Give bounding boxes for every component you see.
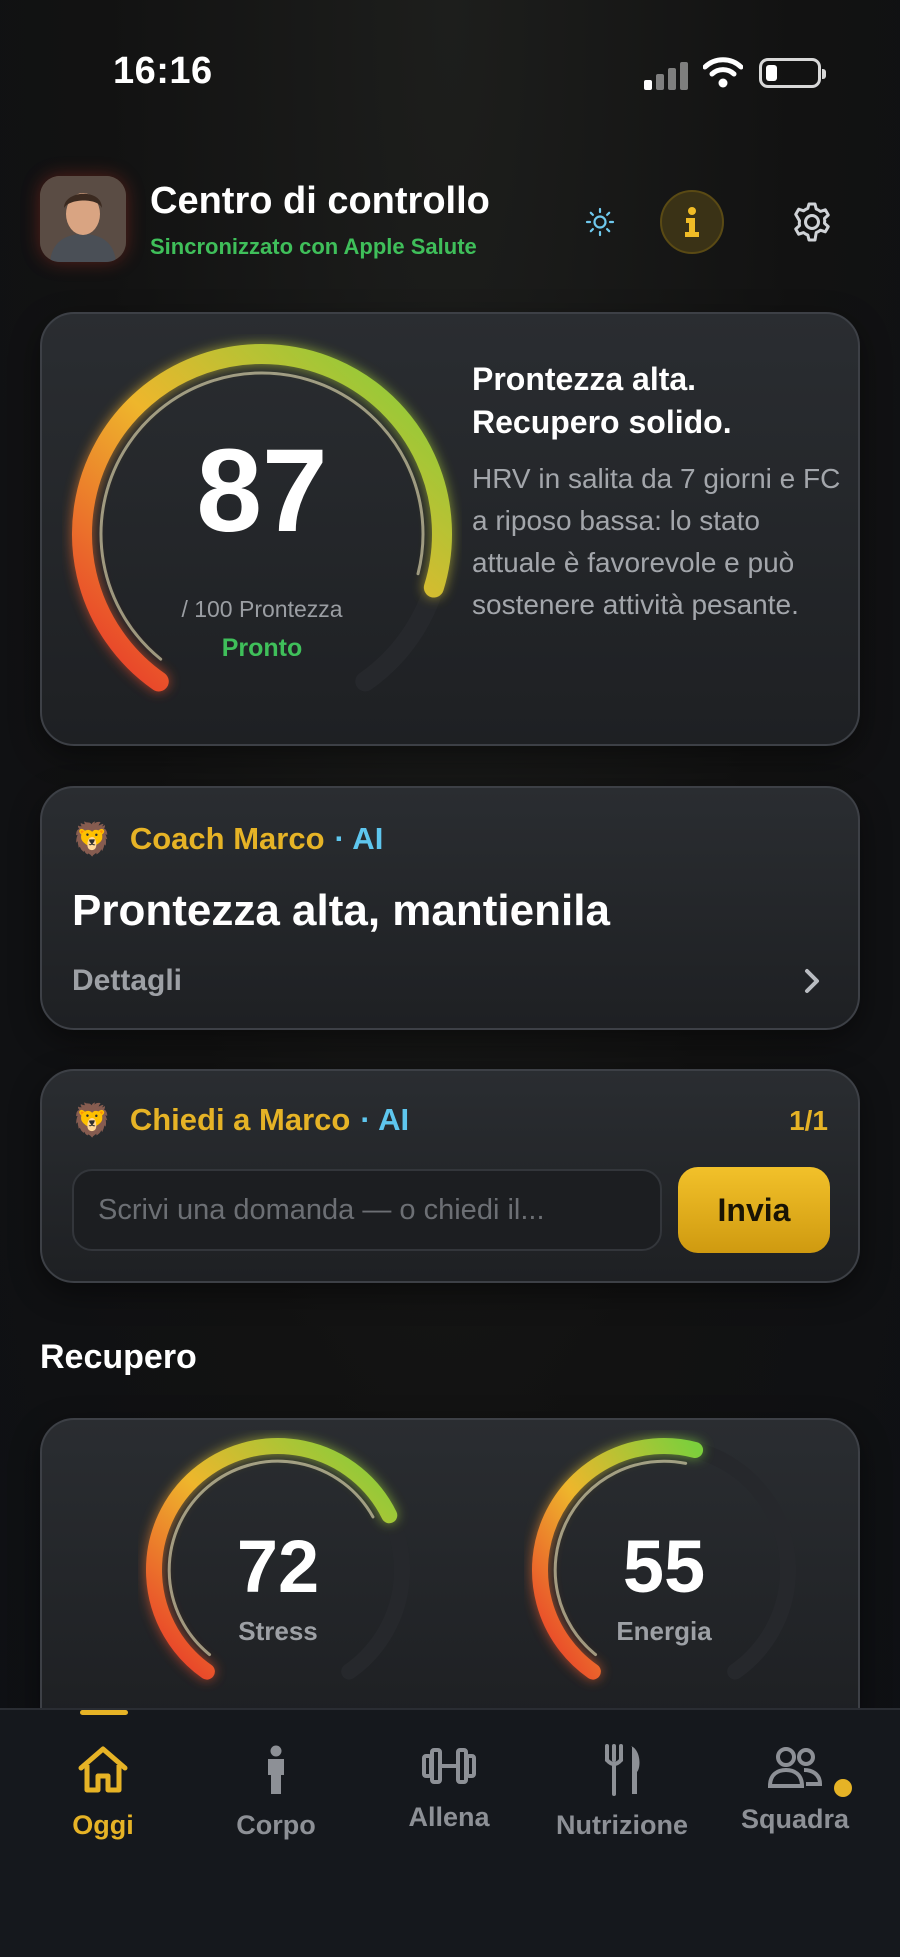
tab-label: Oggi [72, 1810, 134, 1840]
sync-status: Sincronizzato con Apple Salute [150, 234, 477, 259]
tab-oggi[interactable]: Oggi [18, 1744, 188, 1841]
winged-lion-icon: 🦁 [72, 821, 112, 857]
battery-icon [759, 58, 826, 88]
wifi-icon [702, 56, 744, 88]
section-title-recovery: Recupero [40, 1338, 197, 1376]
group-icon [767, 1747, 823, 1788]
stress-gauge: 72 Stress [138, 1430, 418, 1710]
recovery-card[interactable]: 72 Stress 55 Energia [40, 1418, 860, 1718]
gear-icon [794, 202, 830, 242]
readiness-gauge: 87 / 100 Prontezza Pronto [62, 334, 462, 734]
readiness-value: 87 [196, 425, 328, 557]
chevron-right-icon[interactable] [800, 966, 824, 996]
tab-label: Allena [408, 1802, 490, 1832]
winged-lion-icon: 🦁 [72, 1102, 112, 1138]
energy-value: 55 [622, 1525, 706, 1608]
active-tab-indicator [80, 1710, 128, 1715]
tab-label: Squadra [740, 1804, 850, 1834]
coach-details-link[interactable]: Dettagli [72, 964, 182, 998]
stress-value: 72 [236, 1525, 320, 1608]
readiness-sub-label: / 100 Prontezza [181, 596, 343, 622]
cellular-signal-icon [644, 58, 690, 90]
notification-badge [834, 1779, 852, 1797]
coach-name: Coach Marco [129, 821, 325, 856]
page-title: Centro di controllo [150, 180, 490, 222]
readiness-card[interactable]: 87 / 100 Prontezza Pronto Prontezza alta… [40, 312, 860, 746]
ask-coach-card: 🦁 Chiedi a Marco · AI 1/1 Invia [40, 1069, 860, 1283]
energy-label: Energia [616, 1616, 712, 1646]
sun-icon [585, 207, 615, 237]
info-button[interactable] [660, 190, 724, 254]
question-counter: 1/1 [789, 1105, 828, 1136]
ask-title: Chiedi a Marco [129, 1102, 351, 1137]
settings-button[interactable] [788, 198, 836, 246]
energy-gauge: 55 Energia [524, 1430, 804, 1710]
theme-toggle-button[interactable] [578, 200, 622, 244]
status-time: 16:16 [113, 50, 213, 92]
readiness-description: HRV in salita da 7 giorni e FC a riposo … [472, 463, 841, 620]
readiness-status: Pronto [221, 634, 303, 662]
tab-allena[interactable]: Allena [364, 1744, 534, 1833]
ai-badge: · AI [360, 1102, 410, 1137]
question-input[interactable] [72, 1169, 662, 1251]
coach-card[interactable]: 🦁 Coach Marco · AI Prontezza alta, manti… [40, 786, 860, 1030]
readiness-headline: Prontezza alta. Recupero solido. [472, 361, 732, 440]
stress-label: Stress [238, 1616, 318, 1646]
fork-knife-icon [605, 1744, 640, 1796]
tab-corpo[interactable]: Corpo [191, 1744, 361, 1841]
send-button[interactable]: Invia [678, 1167, 830, 1253]
home-icon [78, 1746, 128, 1793]
tab-squadra[interactable]: Squadra [710, 1744, 880, 1835]
person-icon [268, 1745, 284, 1794]
avatar[interactable] [40, 176, 126, 262]
coach-title: Prontezza alta, mantienila [72, 886, 610, 935]
dumbbell-icon [422, 1748, 476, 1784]
tab-bar: Oggi Corpo Allena Nutrizione Squadra [0, 1708, 900, 1957]
tab-label: Nutrizione [556, 1810, 688, 1840]
info-icon [685, 207, 699, 237]
ai-badge: · AI [334, 821, 384, 856]
tab-nutrizione[interactable]: Nutrizione [537, 1744, 707, 1841]
tab-label: Corpo [236, 1810, 316, 1840]
